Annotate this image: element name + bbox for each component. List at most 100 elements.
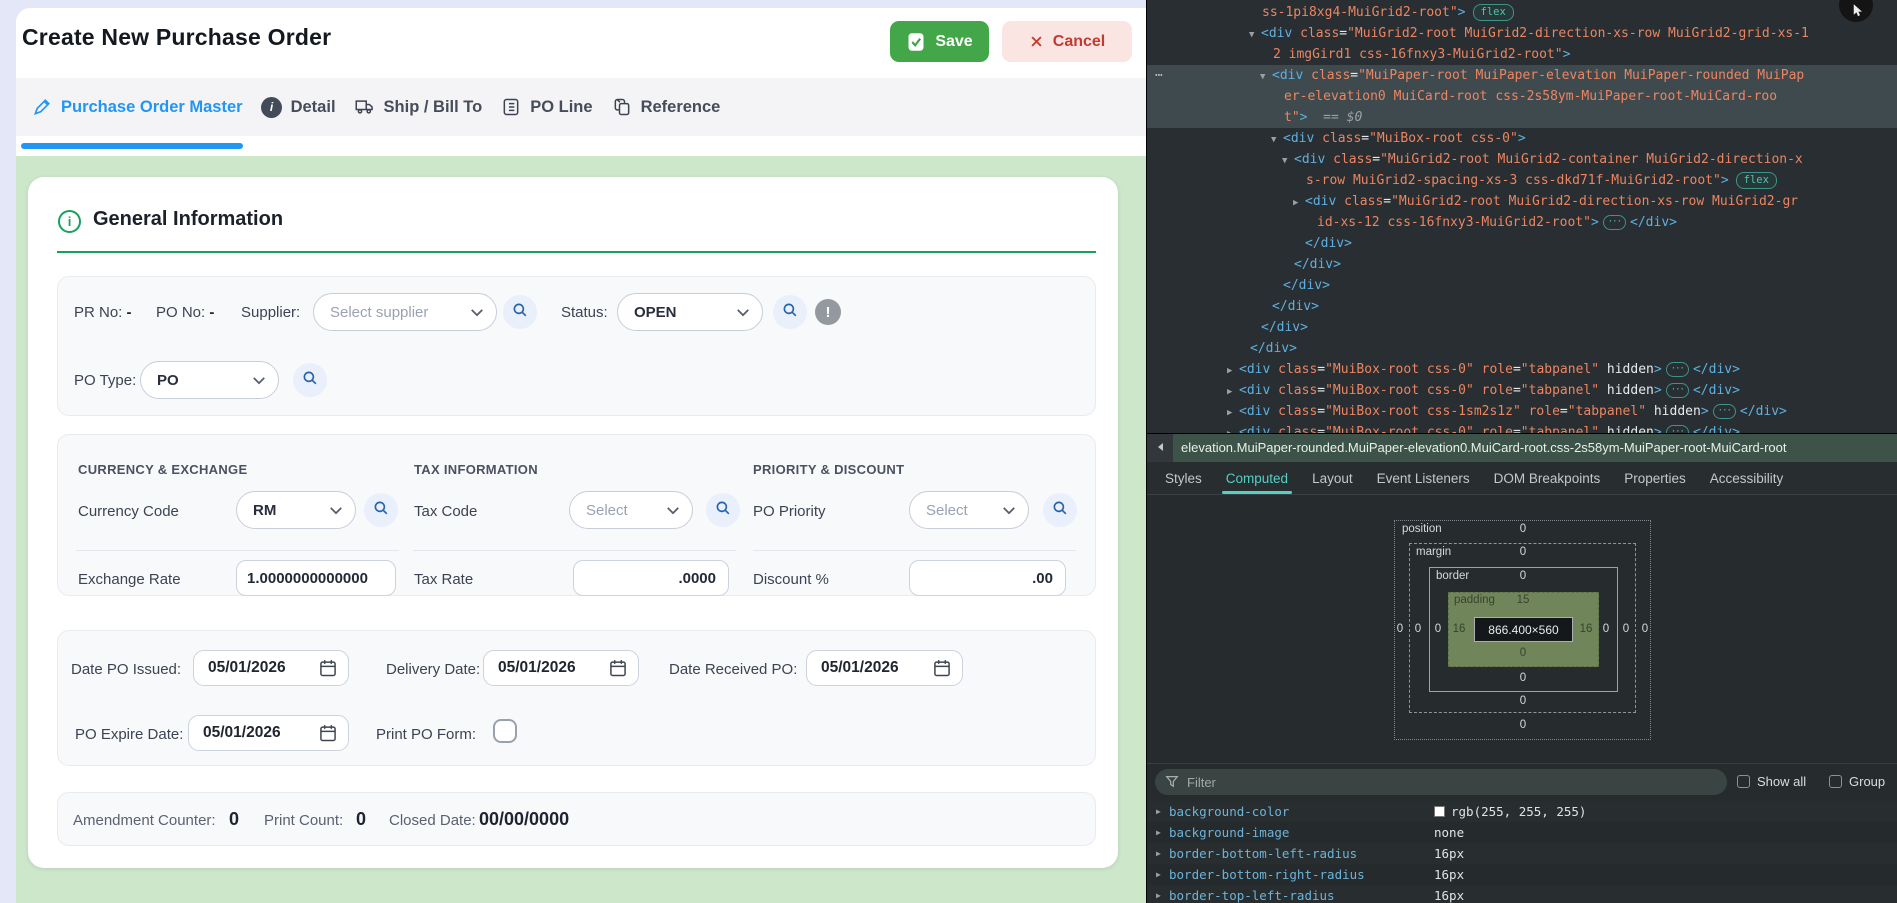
expand-arrow-icon[interactable]: ▶ — [1293, 193, 1305, 214]
devtools-tree-line[interactable]: 2 imgGird1 css-16fnxy3-MuiGrid2-root"> — [1147, 44, 1897, 65]
search-icon — [1051, 499, 1069, 522]
expand-arrow-icon[interactable]: ▶ — [1227, 403, 1239, 424]
devtools-tree-line[interactable]: ▼<div class="MuiGrid2-root MuiGrid2-dire… — [1147, 23, 1897, 44]
devtools-tree-line[interactable]: </div> — [1147, 275, 1897, 296]
devtools-tree-line[interactable]: </div> — [1147, 233, 1897, 254]
currency-search-button[interactable] — [364, 493, 398, 527]
devtools-tab-layout[interactable]: Layout — [1302, 462, 1363, 494]
expand-arrow-icon[interactable]: ▶ — [1156, 885, 1161, 903]
expand-arrow-icon[interactable]: ▶ — [1156, 843, 1161, 864]
more-actions-icon[interactable]: ⋯ — [1155, 65, 1162, 86]
tab-detail[interactable]: iDetail — [252, 96, 345, 118]
tax-code-select[interactable]: Select — [569, 491, 693, 529]
devtools-tree-line[interactable]: id-xs-12 css-16fnxy3-MuiGrid2-root">···<… — [1147, 212, 1897, 233]
computed-property-row[interactable]: ▶background-colorrgb(255, 255, 255) — [1147, 801, 1897, 822]
section-title: General Information — [93, 208, 283, 231]
expand-arrow-icon[interactable]: ▶ — [1156, 801, 1161, 822]
breadcrumb[interactable]: elevation.MuiPaper-rounded.MuiPaper-elev… — [1173, 434, 1897, 462]
devtools-tree-line[interactable]: s-row MuiGrid2-spacing-xs-3 css-dkd71f-M… — [1147, 170, 1897, 191]
expand-arrow-icon[interactable]: ▶ — [1227, 424, 1239, 433]
box-model-content: 866.400×560 — [1474, 617, 1573, 642]
group-checkbox[interactable] — [1829, 775, 1842, 788]
devtools-tree-line[interactable]: ss-1pi8xg4-MuiGrid2-root">flex — [1147, 2, 1897, 23]
save-button[interactable]: Save — [890, 21, 989, 62]
po-priority-select[interactable]: Select — [909, 491, 1029, 529]
computed-property-row[interactable]: ▶background-imagenone — [1147, 822, 1897, 843]
devtools-tab-event-listeners[interactable]: Event Listeners — [1367, 462, 1480, 494]
supplier-label: Supplier: — [241, 304, 300, 321]
tab-reference[interactable]: Reference — [602, 96, 730, 118]
computed-property-row[interactable]: ▶border-bottom-right-radius16px — [1147, 864, 1897, 885]
ellipsis-expand-icon[interactable]: ··· — [1666, 362, 1689, 377]
code-token: class — [1300, 26, 1339, 41]
supplier-search-button[interactable] — [503, 295, 537, 329]
devtools-tree-line[interactable]: ▼<div class="MuiBox-root css-0"> — [1147, 128, 1897, 149]
exchange-rate-input[interactable]: 1.0000000000000 — [236, 560, 396, 596]
devtools-tree-line[interactable]: ▶<div class="MuiBox-root css-0" role="ta… — [1147, 359, 1897, 380]
devtools-tree-line[interactable]: </div> — [1147, 338, 1897, 359]
status-select[interactable]: OPEN — [617, 293, 763, 331]
ellipsis-expand-icon[interactable]: ··· — [1666, 383, 1689, 398]
date-received-po-input[interactable]: 05/01/2026 — [806, 650, 963, 686]
expand-arrow-icon[interactable]: ▼ — [1282, 151, 1294, 172]
devtools-breadcrumb-bar: elevation.MuiPaper-rounded.MuiPaper-elev… — [1147, 433, 1897, 462]
tab-ship-bill-to[interactable]: Ship / Bill To — [345, 96, 492, 118]
devtools-tab-dom-breakpoints[interactable]: DOM Breakpoints — [1484, 462, 1611, 494]
devtools-tree-line[interactable]: ▶<div class="MuiBox-root css-0" role="ta… — [1147, 422, 1897, 433]
currency-tax-priority-group: CURRENCY & EXCHANGE TAX INFORMATION PRIO… — [57, 434, 1096, 596]
code-token: </div> — [1693, 425, 1740, 433]
devtools-tree-line[interactable]: ▶<div class="MuiBox-root css-1sm2s1z" ro… — [1147, 401, 1897, 422]
filter-input[interactable]: Filter — [1155, 769, 1727, 795]
tab-po-line[interactable]: PO Line — [491, 96, 601, 118]
show-all-checkbox[interactable] — [1737, 775, 1750, 788]
pr-no-field: PR No: - — [74, 304, 132, 321]
expand-arrow-icon[interactable]: ▼ — [1249, 25, 1261, 46]
box-model-diagram[interactable]: 866.400×560 position margin border paddi… — [1394, 520, 1651, 740]
devtools-tree-line[interactable]: ▶<div class="MuiBox-root css-0" role="ta… — [1147, 380, 1897, 401]
devtools-tree-line[interactable]: ▼<div class="MuiGrid2-root MuiGrid2-cont… — [1147, 149, 1897, 170]
tax-rate-input[interactable]: .0000 — [573, 560, 729, 596]
save-button-label: Save — [935, 33, 972, 51]
devtools-tab-properties[interactable]: Properties — [1614, 462, 1696, 494]
breadcrumb-back-button[interactable] — [1147, 434, 1173, 462]
po-expire-date-input[interactable]: 05/01/2026 — [188, 715, 349, 751]
ellipsis-expand-icon[interactable]: ··· — [1603, 215, 1626, 230]
computed-property-row[interactable]: ▶border-bottom-left-radius16px — [1147, 843, 1897, 864]
devtools-tab-computed[interactable]: Computed — [1216, 462, 1298, 494]
devtools-tab-styles[interactable]: Styles — [1155, 462, 1212, 494]
po-type-search-button[interactable] — [293, 363, 327, 397]
devtools-tree-line[interactable]: </div> — [1147, 254, 1897, 275]
expand-arrow-icon[interactable]: ▼ — [1271, 130, 1283, 151]
tax-section-header: TAX INFORMATION — [414, 462, 538, 477]
expand-arrow-icon[interactable]: ▶ — [1156, 864, 1161, 885]
currency-code-select[interactable]: RM — [236, 491, 356, 529]
po-priority-search-button[interactable] — [1043, 493, 1077, 527]
devtools-tab-accessibility[interactable]: Accessibility — [1700, 462, 1794, 494]
devtools-tree-line[interactable]: ▶<div class="MuiGrid2-root MuiGrid2-dire… — [1147, 191, 1897, 212]
expand-arrow-icon[interactable]: ▼ — [1260, 67, 1272, 88]
cancel-button[interactable]: Cancel — [1002, 21, 1132, 62]
devtools-tree-line[interactable]: er-elevation0 MuiCard-root css-2s58ym-Mu… — [1147, 86, 1897, 107]
computed-property-row[interactable]: ▶border-top-left-radius16px — [1147, 885, 1897, 903]
tax-code-search-button[interactable] — [706, 493, 740, 527]
devtools-tree-line[interactable]: t"> == $0 — [1147, 107, 1897, 128]
devtools-tree-line[interactable]: </div> — [1147, 317, 1897, 338]
date-po-issued-input[interactable]: 05/01/2026 — [193, 650, 349, 686]
print-po-form-checkbox[interactable] — [493, 719, 517, 743]
ellipsis-expand-icon[interactable]: ··· — [1713, 404, 1736, 419]
discount-input[interactable]: .00 — [909, 560, 1066, 596]
code-token: "tabpanel" — [1521, 425, 1599, 433]
ellipsis-expand-icon[interactable]: ··· — [1666, 425, 1689, 433]
supplier-select[interactable]: Select supplier — [313, 293, 497, 331]
status-search-button[interactable] — [773, 295, 807, 329]
devtools-tree-line[interactable]: ⋯▼<div class="MuiPaper-root MuiPaper-ele… — [1147, 65, 1897, 86]
expand-arrow-icon[interactable]: ▶ — [1227, 361, 1239, 382]
expand-arrow-icon[interactable]: ▶ — [1156, 822, 1161, 843]
delivery-date-input[interactable]: 05/01/2026 — [483, 650, 639, 686]
date-po-issued-label: Date PO Issued: — [71, 661, 181, 678]
tab-purchase-order-master[interactable]: Purchase Order Master — [22, 96, 252, 118]
devtools-tree-line[interactable]: </div> — [1147, 296, 1897, 317]
calendar-icon — [932, 658, 952, 678]
expand-arrow-icon[interactable]: ▶ — [1227, 382, 1239, 403]
po-type-select[interactable]: PO — [140, 361, 279, 399]
